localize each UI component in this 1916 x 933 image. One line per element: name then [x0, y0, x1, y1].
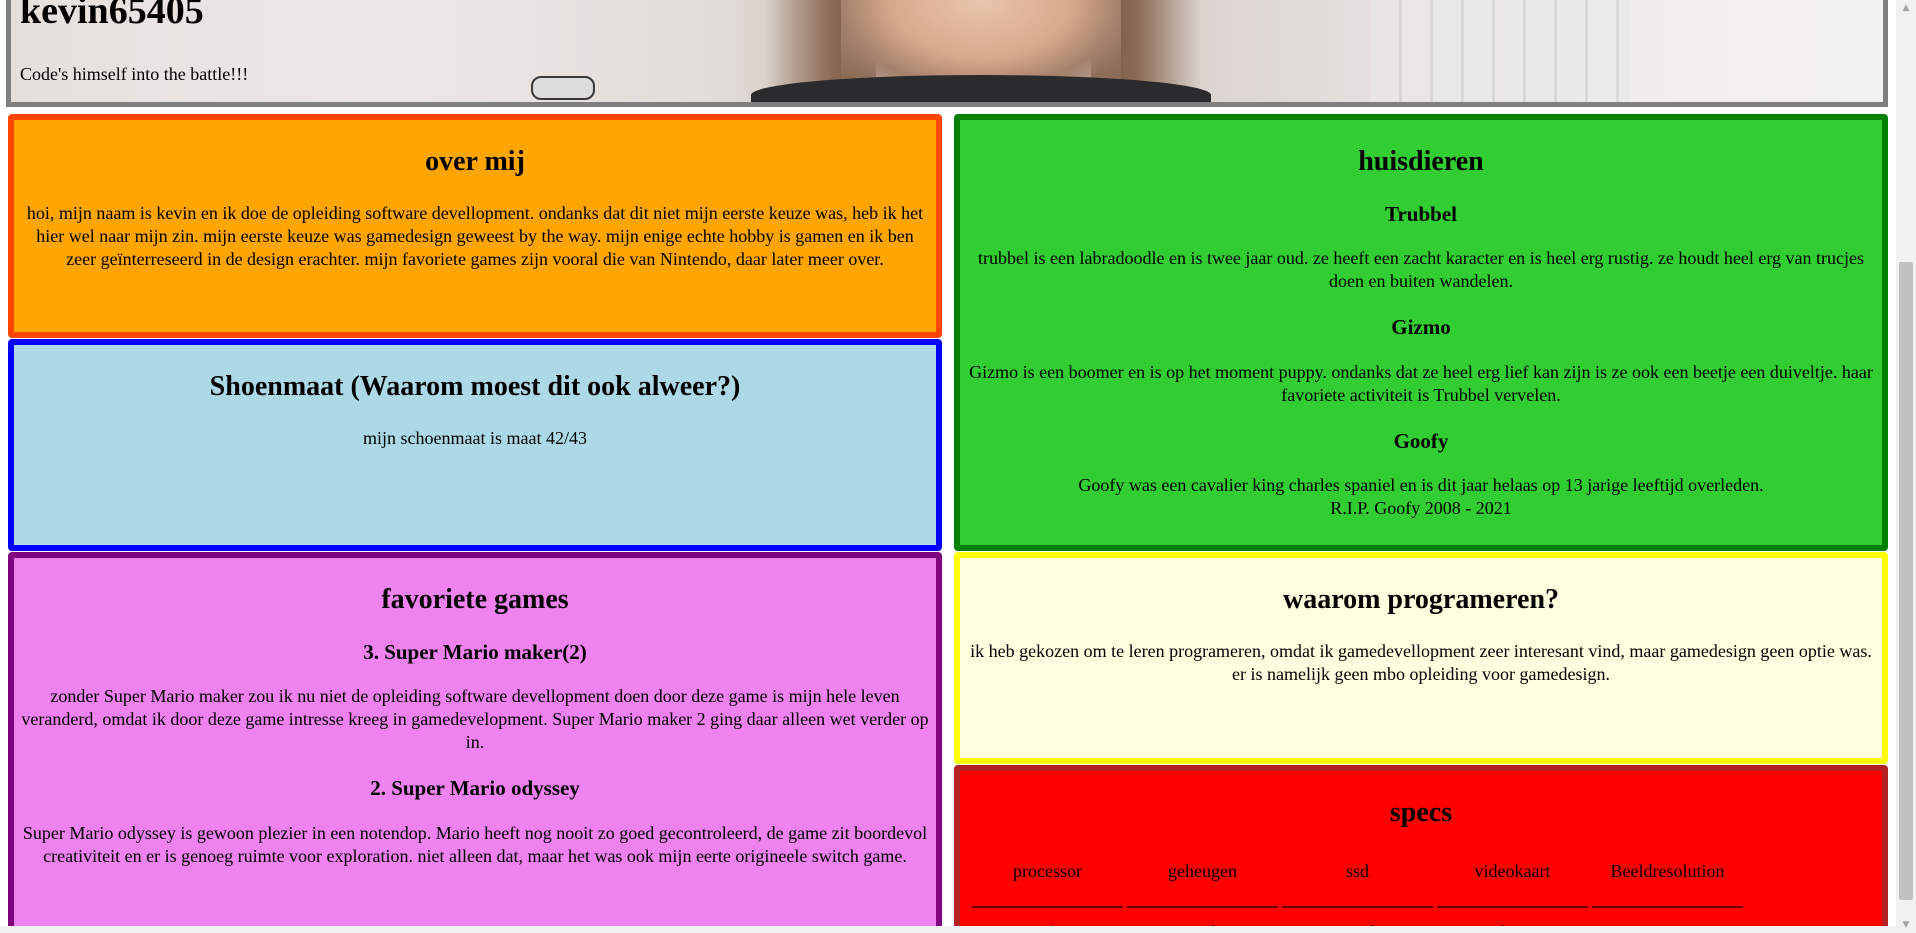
over-mij-title: over mij [425, 146, 525, 177]
game-description: Super Mario odyssey is gewoon plezier in… [22, 822, 928, 866]
scroll-down-arrow-icon[interactable]: ▼ [1896, 917, 1916, 933]
specs-title: specs [1389, 797, 1453, 828]
pet-memorial: R.I.P. Goofy 2008 - 2021 [1330, 497, 1512, 518]
shoenmaat-title: Shoenmaat (Waarom moest dit ook alweer?) [209, 371, 741, 402]
over-mij-section: over mij hoi, mijn naam is kevin en ik d… [8, 114, 942, 338]
game-title: 2. Super Mario odyssey [370, 776, 580, 801]
pet-name: Trubbel [1385, 202, 1457, 227]
game-description: zonder Super Mario maker zou ik nu niet … [21, 686, 929, 753]
shoenmaat-section: Shoenmaat (Waarom moest dit ook alweer?)… [8, 339, 942, 551]
favoriete-games-section: favoriete games 3. Super Mario maker(2) … [8, 552, 942, 933]
waarom-programeren-section: waarom programeren? ik heb gekozen om te… [954, 552, 1888, 764]
horizontal-scrollbar[interactable] [0, 926, 1896, 933]
pet-name: Gizmo [1391, 315, 1451, 340]
profile-header: kevin65405 Code's himself into the battl… [6, 0, 1888, 107]
specs-table: processor geheugen ssd videokaart Beeldr… [968, 853, 1747, 933]
pet-name: Goofy [1393, 428, 1449, 453]
shoenmaat-text: mijn schoenmaat is maat 42/43 [363, 428, 587, 449]
pet-description: trubbel is een labradoodle en is twee ja… [978, 248, 1864, 292]
games-title: favoriete games [381, 584, 569, 615]
specs-header-ssd: ssd [1282, 853, 1433, 909]
specs-header-processor: processor [972, 853, 1123, 909]
specs-header-beeldresolution: Beeldresolution [1592, 853, 1743, 909]
header-photo-shirt [751, 75, 1211, 102]
header-photo-background [1371, 0, 1631, 102]
huisdieren-section: huisdieren Trubbel trubbel is een labrad… [954, 114, 1888, 551]
waarom-title: waarom programeren? [1282, 584, 1560, 615]
pet-description: Goofy was een cavalier king charles span… [1078, 474, 1764, 495]
pet-description: Gizmo is een boomer en is op het moment … [969, 361, 1873, 405]
huisdieren-title: huisdieren [1358, 146, 1484, 177]
scroll-up-arrow-icon[interactable]: ▲ [1896, 0, 1916, 16]
username-heading: kevin65405 [20, 0, 204, 32]
page: kevin65405 Code's himself into the battl… [0, 0, 1896, 933]
waarom-text: ik heb gekozen om te leren programeren, … [970, 641, 1872, 685]
over-mij-text: hoi, mijn naam is kevin en ik doe de opl… [26, 203, 924, 270]
specs-section: specs processor geheugen ssd videokaart … [954, 765, 1888, 933]
tagline: Code's himself into the battle!!! [20, 64, 249, 84]
vertical-scrollbar[interactable]: ▲ ▼ [1896, 0, 1916, 933]
specs-header-geheugen: geheugen [1127, 853, 1278, 909]
specs-header-videokaart: videokaart [1437, 853, 1588, 909]
specs-header-row: processor geheugen ssd videokaart Beeldr… [972, 853, 1743, 909]
game-title: 3. Super Mario maker(2) [363, 640, 587, 665]
header-photo-controller [531, 76, 595, 100]
scrollbar-thumb[interactable] [1899, 262, 1913, 900]
